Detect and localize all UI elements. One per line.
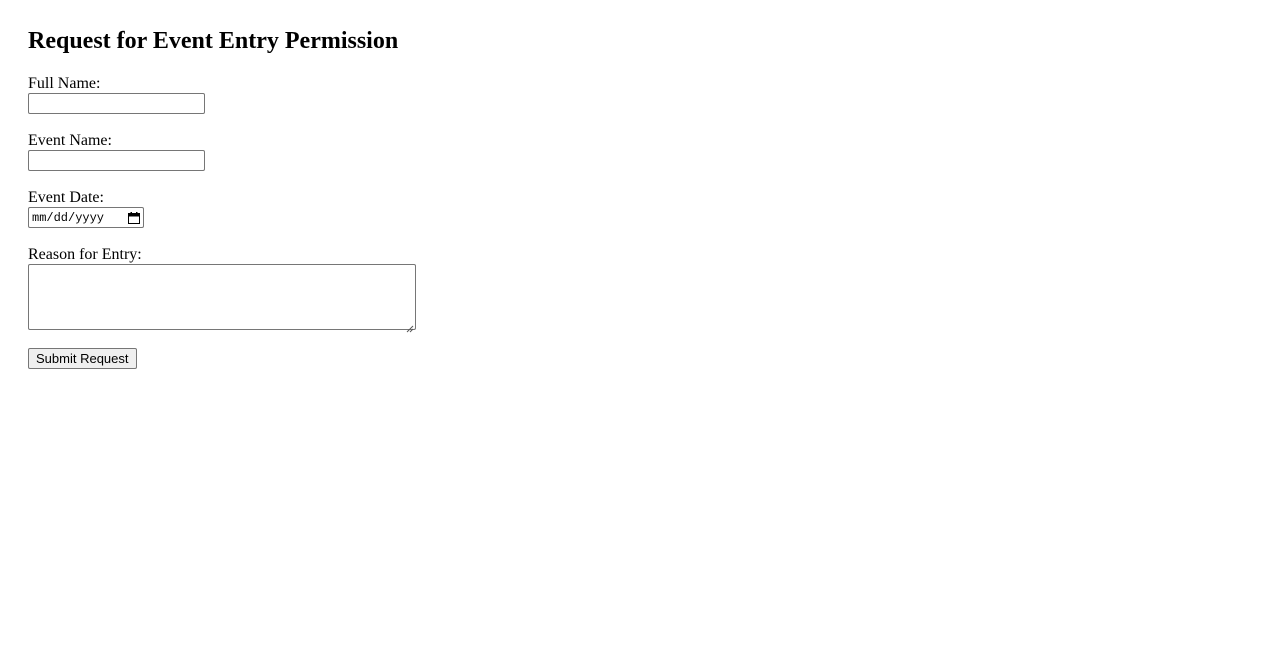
event-name-input[interactable]: [28, 150, 205, 171]
event-date-field-group: Event Date: mm/dd/yyyy: [28, 189, 144, 228]
event-name-label: Event Name:: [28, 132, 112, 149]
calendar-icon[interactable]: [128, 211, 140, 224]
resize-handle-icon[interactable]: [406, 320, 414, 333]
reason-textarea[interactable]: [28, 264, 416, 330]
full-name-field-group: Full Name:: [28, 75, 205, 114]
full-name-label: Full Name:: [28, 75, 101, 92]
reason-label: Reason for Entry:: [28, 246, 142, 263]
event-date-input[interactable]: mm/dd/yyyy: [28, 207, 144, 228]
event-date-label: Event Date:: [28, 189, 104, 206]
reason-field-group: Reason for Entry:: [28, 246, 416, 333]
date-placeholder: mm/dd/yyyy: [32, 210, 105, 225]
full-name-input[interactable]: [28, 93, 205, 114]
page-title: Request for Event Entry Permission: [28, 28, 399, 54]
submit-request-button[interactable]: Submit Request: [28, 348, 137, 369]
event-name-field-group: Event Name:: [28, 132, 205, 171]
